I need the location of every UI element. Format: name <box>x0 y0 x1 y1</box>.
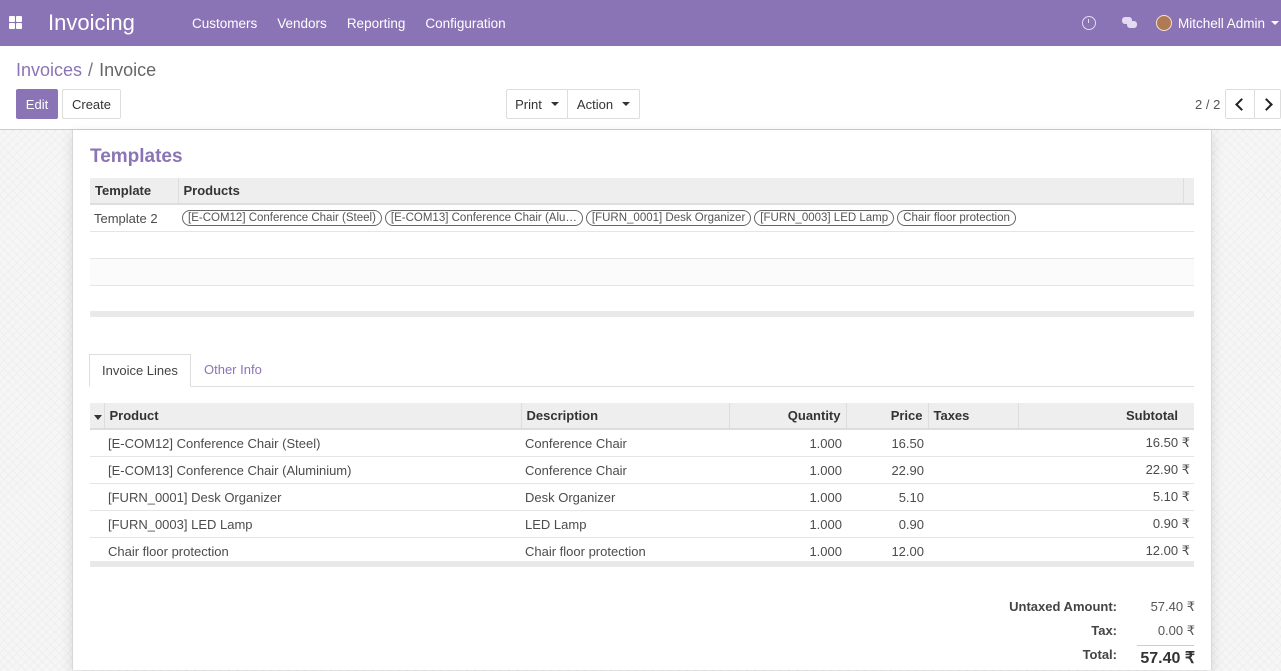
invoice-lines-footer <box>90 561 1194 567</box>
line-description: LED Lamp <box>521 510 729 538</box>
table-row[interactable]: [FURN_0003] LED Lamp LED Lamp 1.000 0.90… <box>90 510 1194 538</box>
line-description: Conference Chair <box>521 429 729 457</box>
column-header-description[interactable]: Description <box>521 403 730 430</box>
templates-table: Template Products Template 2 [E-COM12] C… <box>90 178 1194 313</box>
breadcrumb-invoices-link[interactable]: Invoices <box>16 60 82 80</box>
untaxed-amount-label: Untaxed Amount: <box>1009 599 1117 614</box>
user-name[interactable]: Mitchell Admin <box>1178 16 1265 31</box>
untaxed-amount-value: 57.40 ₹ <box>1150 599 1195 614</box>
table-row-empty <box>90 231 1194 259</box>
column-header-quantity[interactable]: Quantity <box>729 403 847 430</box>
line-subtotal: 0.90 ₹ <box>1018 510 1194 538</box>
line-product: [FURN_0001] Desk Organizer <box>104 483 521 511</box>
action-dropdown-button[interactable]: Action <box>567 89 640 119</box>
main-menu: Customers Vendors Reporting Configuratio… <box>182 0 516 46</box>
table-row-empty <box>90 285 1194 313</box>
total-label: Total: <box>1082 647 1117 662</box>
apps-menu-icon[interactable] <box>9 16 23 30</box>
template-name-cell: Template 2 <box>90 204 178 232</box>
line-quantity: 1.000 <box>729 429 846 457</box>
messaging-chat-icon[interactable] <box>1121 17 1138 29</box>
print-caret-icon <box>550 102 559 106</box>
product-tag: [FURN_0001] Desk Organizer <box>585 210 752 227</box>
line-description: Conference Chair <box>521 456 729 484</box>
templates-table-footer <box>90 311 1194 317</box>
app-title[interactable]: Invoicing <box>48 10 135 36</box>
line-taxes <box>928 429 1018 457</box>
column-header-price[interactable]: Price <box>846 403 929 430</box>
column-header-handle[interactable] <box>90 403 105 430</box>
templates-section-title: Templates <box>90 146 183 167</box>
pager-value[interactable]: 2 / 2 <box>1195 97 1220 112</box>
pager-previous-button[interactable] <box>1225 89 1255 119</box>
menu-item-reporting[interactable]: Reporting <box>337 16 416 31</box>
chevron-right-icon <box>1259 97 1273 111</box>
edit-button[interactable]: Edit <box>16 89 58 119</box>
table-row[interactable]: [FURN_0001] Desk Organizer Desk Organize… <box>90 483 1194 511</box>
sort-caret-icon <box>94 415 102 420</box>
tab-invoice-lines[interactable]: Invoice Lines <box>89 354 191 387</box>
line-price: 5.10 <box>846 483 928 511</box>
column-header-taxes[interactable]: Taxes <box>928 403 1019 430</box>
action-caret-icon <box>622 102 631 106</box>
table-row[interactable]: Template 2 [E-COM12] Conference Chair (S… <box>90 204 1194 232</box>
navbar-systray: Mitchell Admin <box>1081 0 1281 46</box>
breadcrumb-current: Invoice <box>99 60 157 80</box>
product-tag: Chair floor protection <box>897 210 1016 227</box>
product-tag: [E-COM12] Conference Chair (Steel) <box>182 210 382 227</box>
pager-next-button[interactable] <box>1254 89 1281 119</box>
tax-value: 0.00 ₹ <box>1157 623 1195 638</box>
tax-label: Tax: <box>1091 623 1117 638</box>
line-price: 16.50 <box>846 429 928 457</box>
line-price: 0.90 <box>846 510 928 538</box>
avatar[interactable] <box>1155 15 1172 31</box>
line-description: Desk Organizer <box>521 483 729 511</box>
activity-clock-icon[interactable] <box>1081 16 1096 30</box>
column-header-products[interactable]: Products <box>178 178 1184 205</box>
table-row[interactable]: [E-COM13] Conference Chair (Aluminium) C… <box>90 456 1194 484</box>
column-header-spacer <box>1183 178 1194 205</box>
breadcrumb: Invoices / Invoice <box>16 60 156 81</box>
action-label: Action <box>576 96 614 112</box>
user-menu-caret-icon[interactable] <box>1271 21 1279 25</box>
tab-other-info[interactable]: Other Info <box>192 354 274 387</box>
line-product: [E-COM12] Conference Chair (Steel) <box>104 429 521 457</box>
menu-item-customers[interactable]: Customers <box>182 16 267 31</box>
print-label: Print <box>515 96 542 112</box>
total-value: 57.40 ₹ <box>1140 650 1195 667</box>
column-header-subtotal[interactable]: Subtotal <box>1018 403 1194 430</box>
total-divider <box>1137 645 1194 646</box>
line-product: [FURN_0003] LED Lamp <box>104 510 521 538</box>
product-tag: [E-COM13] Conference Chair (Alu… <box>384 210 583 227</box>
products-tags-cell: [E-COM12] Conference Chair (Steel) [E-COM… <box>178 204 1194 232</box>
line-product: [E-COM13] Conference Chair (Aluminium) <box>104 456 521 484</box>
line-taxes <box>928 483 1018 511</box>
table-row[interactable]: [E-COM12] Conference Chair (Steel) Confe… <box>90 429 1194 457</box>
line-subtotal: 22.90 ₹ <box>1018 456 1194 484</box>
column-header-product[interactable]: Product <box>104 403 522 430</box>
line-subtotal: 16.50 ₹ <box>1018 429 1194 457</box>
create-button[interactable]: Create <box>62 89 121 119</box>
column-header-template[interactable]: Template <box>90 178 179 205</box>
line-quantity: 1.000 <box>729 456 846 484</box>
menu-item-vendors[interactable]: Vendors <box>267 16 337 31</box>
line-quantity: 1.000 <box>729 510 846 538</box>
line-taxes <box>928 510 1018 538</box>
menu-item-configuration[interactable]: Configuration <box>415 16 515 31</box>
line-taxes <box>928 456 1018 484</box>
invoice-lines-table: Product Description Quantity Price Taxes… <box>90 403 1194 565</box>
product-tag: [FURN_0003] LED Lamp <box>754 210 895 227</box>
table-row-empty <box>90 258 1194 286</box>
breadcrumb-separator: / <box>88 60 94 80</box>
line-subtotal: 5.10 ₹ <box>1018 483 1194 511</box>
top-navbar: Invoicing Customers Vendors Reporting Co… <box>0 0 1281 46</box>
line-price: 22.90 <box>846 456 928 484</box>
print-dropdown-button[interactable]: Print <box>506 89 568 119</box>
chevron-left-icon <box>1235 97 1248 111</box>
line-quantity: 1.000 <box>729 483 846 511</box>
